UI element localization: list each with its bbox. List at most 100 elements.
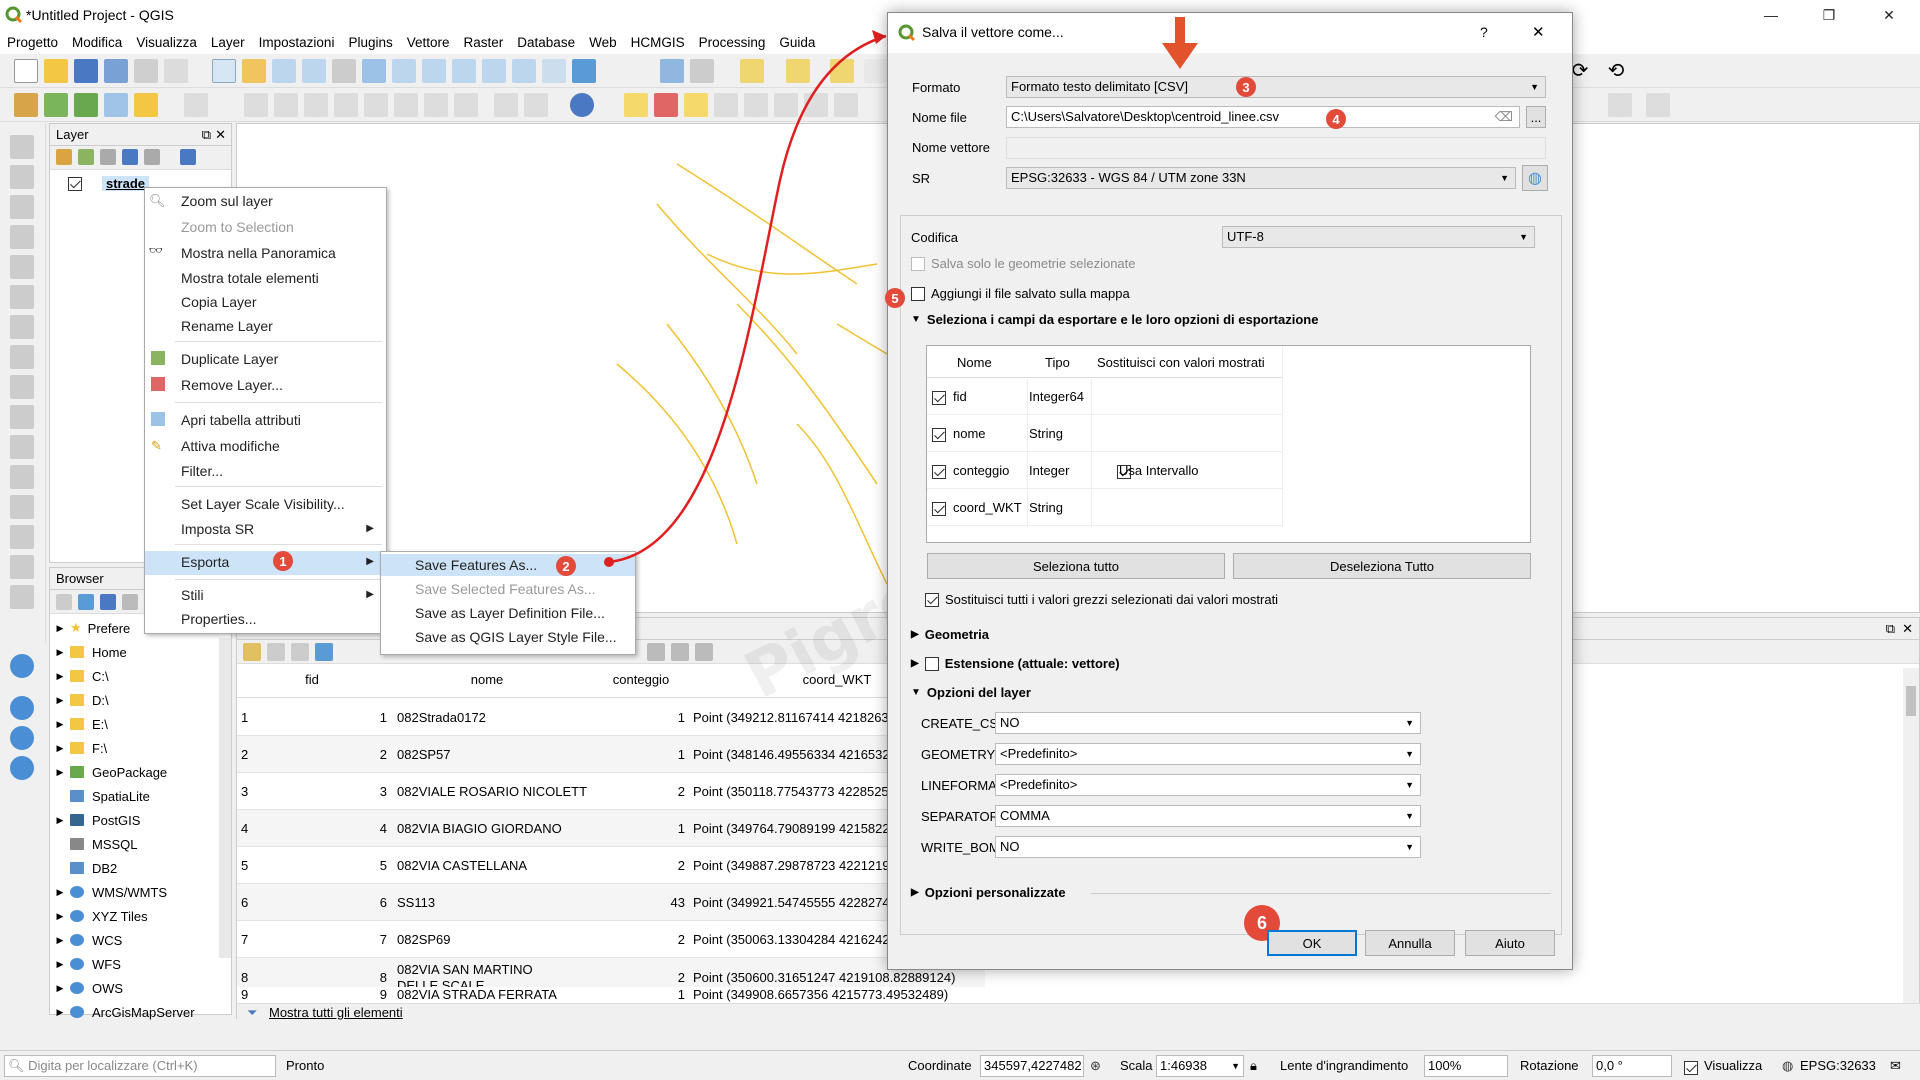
zoom-selection-icon[interactable] <box>392 59 416 83</box>
print-layout-icon[interactable] <box>134 59 158 83</box>
browser-item-wms[interactable]: ▶ WMS/WMTS <box>50 880 168 904</box>
cell-nome[interactable]: 082VIA BIAGIO GIORDANO <box>397 821 587 836</box>
browser-item-geopackage[interactable]: ▶ GeoPackage <box>50 760 168 784</box>
browser-item-favorites[interactable]: ▶ ★ Prefere <box>50 616 131 640</box>
float-panel-icon[interactable]: ⧉ <box>1886 621 1895 637</box>
reverse-line-icon[interactable] <box>10 585 34 609</box>
cell-conteggio[interactable]: 1 <box>601 821 685 836</box>
table-row[interactable]: 4 4 082VIA BIAGIO GIORDANO 1 Point (3497… <box>237 810 985 847</box>
fields-row[interactable]: fid Integer64 <box>927 379 1282 415</box>
cell-nome[interactable]: 082SP57 <box>397 747 587 762</box>
browser-item-d[interactable]: ▶ D:\ <box>50 688 109 712</box>
maximize-button[interactable]: ❐ <box>1806 0 1852 30</box>
merge-features-icon[interactable] <box>10 435 34 459</box>
delete-selected-icon[interactable] <box>364 93 388 117</box>
browser-item-spatialite[interactable]: SpatiaLite <box>50 784 150 808</box>
zoom-out-icon[interactable] <box>302 59 326 83</box>
delete-part-icon[interactable] <box>10 285 34 309</box>
menu-vettore[interactable]: Vettore <box>400 35 457 50</box>
col-header-conteggio[interactable]: conteggio <box>601 672 681 687</box>
cell-fid[interactable]: 3 <box>269 784 387 799</box>
save-as-icon[interactable] <box>104 59 128 83</box>
temporal-icon[interactable] <box>542 59 566 83</box>
modify-attributes-icon[interactable] <box>334 93 358 117</box>
filter-browser-icon[interactable] <box>100 594 116 610</box>
col-header-fid[interactable]: fid <box>269 672 355 687</box>
messages-icon[interactable]: ✉ <box>1890 1058 1901 1074</box>
table-row[interactable]: 1 1 082Strada0172 1 Point (349212.811674… <box>237 699 985 736</box>
dialog-close-button[interactable]: ✕ <box>1532 23 1545 41</box>
salva-solo-checkbox[interactable] <box>911 256 925 271</box>
cell-nome[interactable]: 082SP69 <box>397 932 587 947</box>
refresh-browser-icon[interactable] <box>78 594 94 610</box>
browser-item-e[interactable]: ▶ E:\ <box>50 712 108 736</box>
sostituisci-tutti-checkbox[interactable] <box>925 592 939 607</box>
clear-icon[interactable]: ⌫ <box>1495 107 1513 127</box>
cell-nome[interactable]: 082VIA SAN MARTINO DELLE SCALE <box>397 962 577 987</box>
cell-fid[interactable]: 2 <box>269 747 387 762</box>
menu-rename-layer[interactable]: Rename Layer <box>145 315 386 337</box>
new-map-view-icon[interactable] <box>512 59 536 83</box>
geometria-section[interactable]: ▶ Geometria <box>911 627 989 642</box>
rotate-ccw-icon[interactable]: ⟲ <box>1604 59 1628 83</box>
offset-symbols-icon[interactable] <box>10 525 34 549</box>
cell-conteggio[interactable]: 2 <box>601 932 685 947</box>
layer-row-strade[interactable]: strade <box>68 176 150 191</box>
cell-conteggio[interactable]: 1 <box>601 710 685 725</box>
cell-conteggio[interactable]: 1 <box>601 987 685 1002</box>
reload-icon[interactable] <box>315 643 333 661</box>
menu-set-crs[interactable]: Imposta SR ▶ <box>145 518 386 540</box>
scala-input[interactable]: 1:46938 ▼ <box>1156 1055 1244 1077</box>
opzioni-layer-section[interactable]: ▼ Opzioni del layer <box>911 685 1031 700</box>
add-ring-icon[interactable] <box>10 165 34 189</box>
menu-export[interactable]: Esporta ▶ <box>145 551 386 575</box>
field-checkbox[interactable] <box>932 464 946 479</box>
table-row-last[interactable]: 9 9 082VIA STRADA FERRATA 1 Point (34990… <box>237 987 985 1003</box>
zoom-layer-icon[interactable] <box>422 59 446 83</box>
locator-search-input[interactable]: 🔍︎ Digita per localizzare (Ctrl+K) <box>4 1055 276 1077</box>
rotate-symbols-icon[interactable] <box>10 495 34 519</box>
salva-solo-row[interactable]: Salva solo le geometrie selezionate <box>911 256 1136 271</box>
option-geometry-select[interactable]: <Predefinito> ▼ <box>995 743 1421 765</box>
offset-curve-icon[interactable] <box>10 345 34 369</box>
menu-save-features-as[interactable]: Save Features As... <box>381 554 635 576</box>
conditional-format-icon[interactable] <box>695 643 713 661</box>
cell-coord-wkt[interactable]: Point (350600.31651247 4219108.82889124) <box>693 970 983 985</box>
menu-toggle-editing[interactable]: Attiva modifiche <box>145 435 386 457</box>
cut-icon[interactable] <box>394 93 418 117</box>
filter-expression-icon[interactable] <box>144 149 160 165</box>
crs-globe-icon[interactable]: ◍ <box>1782 1058 1793 1074</box>
table-row[interactable]: 5 5 082VIA CASTELLANA 2 Point (349887.29… <box>237 847 985 884</box>
menu-show-overview[interactable]: Mostra nella Panoramica <box>145 242 386 264</box>
nomefile-input[interactable]: C:\Users\Salvatore\Desktop\centroid_line… <box>1006 106 1520 128</box>
close-window-button[interactable]: ✕ <box>1866 0 1912 30</box>
nomevettore-input[interactable] <box>1006 137 1546 159</box>
cell-conteggio[interactable]: 2 <box>601 858 685 873</box>
ok-button[interactable]: OK <box>1267 930 1357 956</box>
option-separator-select[interactable]: COMMA ▼ <box>995 805 1421 827</box>
menu-impostazioni[interactable]: Impostazioni <box>252 35 342 50</box>
globe-icon[interactable] <box>10 696 34 720</box>
menu-zoom-layer[interactable]: Zoom sul layer <box>145 190 386 212</box>
option-write-bom-select[interactable]: NO ▼ <box>995 836 1421 858</box>
open-project-icon[interactable] <box>44 59 68 83</box>
fields-row[interactable]: conteggio Integer Usa Intervallo <box>927 453 1282 489</box>
add-group-icon[interactable] <box>78 149 94 165</box>
table-row[interactable]: 2 2 082SP57 1 Point (348146.49556334 421… <box>237 736 985 773</box>
estensione-section[interactable]: ▶ Estensione (attuale: vettore) <box>911 656 1120 671</box>
sr-select[interactable]: EPSG:32633 - WGS 84 / UTM zone 33N ▼ <box>1006 167 1516 189</box>
paste-icon[interactable] <box>454 93 478 117</box>
fields-row[interactable]: coord_WKT String <box>927 490 1282 526</box>
new-project-icon[interactable] <box>14 59 38 83</box>
attr-table-scrollbar[interactable] <box>1903 668 1919 1008</box>
fields-row[interactable]: nome String <box>927 416 1282 452</box>
menu-save-style-file[interactable]: Save as QGIS Layer Style File... <box>381 626 635 648</box>
sostituisci-tutti-row[interactable]: Sostituisci tutti i valori grezzi selezi… <box>925 592 1278 607</box>
minimize-button[interactable]: — <box>1748 0 1794 30</box>
browser-item-db2[interactable]: DB2 <box>50 856 117 880</box>
new-field-icon[interactable] <box>647 643 665 661</box>
browser-item-wcs[interactable]: ▶ WCS <box>50 928 123 952</box>
multi-edit-icon[interactable] <box>267 643 285 661</box>
add-csv-icon[interactable] <box>104 93 128 117</box>
close-panel-icon[interactable]: ✕ <box>1902 621 1913 637</box>
